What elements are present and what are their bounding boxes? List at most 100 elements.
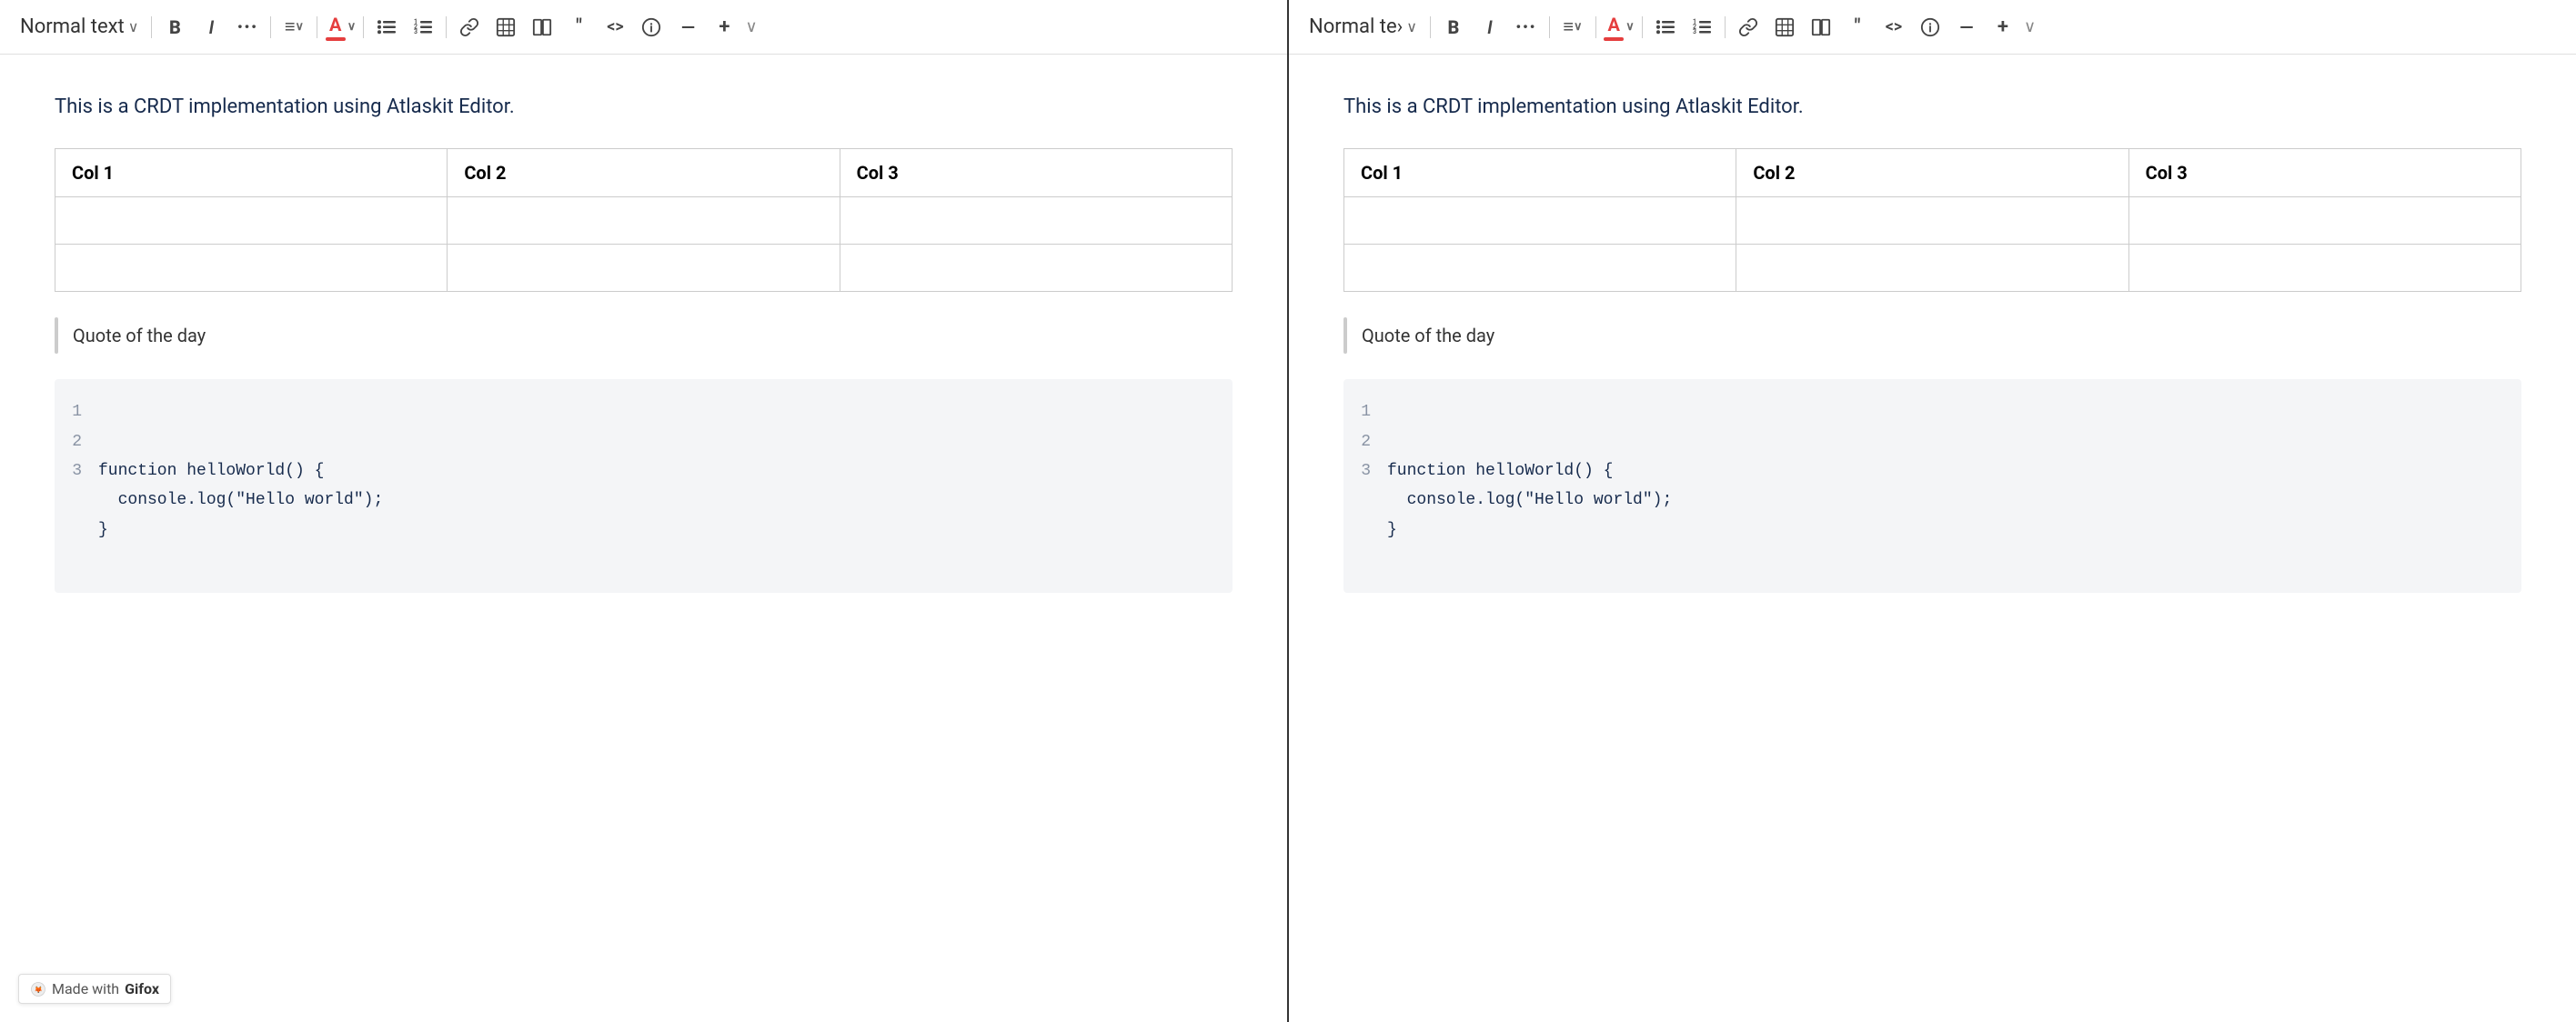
right-blockquote: Quote of the day	[1343, 317, 2521, 354]
table-cell[interactable]	[840, 245, 1232, 292]
left-code-block[interactable]: 1 2 3 function helloWorld() { console.lo…	[55, 379, 1233, 592]
made-with-gifox-badge: 🦊 Made with Gifox	[18, 974, 171, 1004]
svg-text:3: 3	[414, 28, 418, 35]
right-link-button[interactable]	[1733, 12, 1764, 43]
bold-button[interactable]: B	[159, 12, 190, 43]
bullet-list-button[interactable]	[371, 12, 402, 43]
color-underline	[326, 37, 346, 41]
right-color-icon-letter: A	[1607, 14, 1619, 35]
right-dash-button[interactable]: —	[1951, 12, 1982, 43]
divider-5	[446, 16, 447, 38]
table-header-col1: Col 1	[55, 149, 448, 197]
table-cell[interactable]	[55, 197, 448, 245]
right-info-button[interactable]	[1915, 12, 1946, 43]
table-cell[interactable]	[55, 245, 448, 292]
table-button[interactable]	[490, 12, 521, 43]
right-text-style-dropdown[interactable]: Normal te› ∨	[1303, 12, 1423, 42]
left-toolbar: Normal text ∨ B I ••• ≡ ∨ A ∨	[0, 0, 1287, 55]
right-table-cell[interactable]	[1344, 197, 1736, 245]
right-code-lines: function helloWorld() { console.log("Hel…	[1387, 397, 2503, 574]
code-line-2: function helloWorld() {	[98, 462, 324, 480]
right-code-line-2: function helloWorld() {	[1387, 462, 1613, 480]
color-button[interactable]: A ∨	[325, 12, 356, 43]
columns-button[interactable]	[527, 12, 558, 43]
right-divider-2	[1549, 16, 1550, 38]
svg-text:3: 3	[1693, 28, 1696, 35]
right-blockquote-bar	[1343, 317, 1347, 354]
color-icon-letter: A	[329, 14, 341, 35]
right-divider-5	[1725, 16, 1726, 38]
right-table-row	[1344, 197, 2521, 245]
text-style-dropdown[interactable]: Normal text ∨	[15, 12, 144, 42]
right-align-button[interactable]: ≡ ∨	[1557, 12, 1588, 43]
divider-2	[270, 16, 271, 38]
divider-4	[363, 16, 364, 38]
code-line-3: console.log("Hello world");	[98, 491, 383, 509]
blockquote-bar	[55, 317, 58, 354]
code-line-1	[98, 433, 108, 451]
code-button[interactable]: <>	[599, 12, 630, 43]
right-editor-panel: Normal te› ∨ B I ••• ≡ ∨ A ∨	[1289, 0, 2576, 1022]
right-table-cell[interactable]	[1736, 245, 2128, 292]
dash-button[interactable]: —	[672, 12, 703, 43]
right-code-block[interactable]: 1 2 3 function helloWorld() { console.lo…	[1343, 379, 2521, 592]
info-button[interactable]	[636, 12, 667, 43]
right-body-text: This is a CRDT implementation using Atla…	[1343, 91, 2521, 123]
code-line-numbers: 1 2 3	[55, 397, 98, 574]
line-num-1: 1	[71, 397, 82, 426]
right-line-num-2: 2	[1360, 427, 1371, 456]
right-italic-button[interactable]: I	[1474, 12, 1505, 43]
link-button[interactable]	[454, 12, 485, 43]
right-table-row	[1344, 245, 2521, 292]
table-cell[interactable]	[840, 197, 1232, 245]
italic-button[interactable]: I	[196, 12, 226, 43]
text-style-chevron: ∨	[128, 18, 139, 35]
right-editor-content[interactable]: This is a CRDT implementation using Atla…	[1289, 55, 2576, 1022]
right-quote-button[interactable]: "	[1842, 12, 1873, 43]
made-with-label: Made with	[52, 980, 119, 997]
right-plus-chevron: ∨	[2024, 17, 2036, 36]
right-link-icon	[1738, 17, 1758, 37]
right-table-cell[interactable]	[2128, 197, 2521, 245]
right-table-cell[interactable]	[1344, 245, 1736, 292]
align-button[interactable]: ≡ ∨	[278, 12, 309, 43]
right-bullet-list-button[interactable]	[1650, 12, 1681, 43]
right-table-header-col2: Col 2	[1736, 149, 2128, 197]
right-info-icon	[1920, 17, 1940, 37]
right-table-button[interactable]	[1769, 12, 1800, 43]
table-header-row: Col 1 Col 2 Col 3	[55, 149, 1233, 197]
right-columns-icon	[1811, 17, 1831, 37]
text-style-label: Normal text	[20, 15, 125, 38]
table-header-col2: Col 2	[448, 149, 840, 197]
right-table-icon	[1775, 17, 1795, 37]
table-icon	[496, 17, 516, 37]
more-button[interactable]: •••	[232, 12, 263, 43]
right-ordered-list-icon: 123	[1692, 17, 1712, 37]
right-columns-button[interactable]	[1806, 12, 1836, 43]
right-table-header-col1: Col 1	[1344, 149, 1736, 197]
right-bold-button[interactable]: B	[1438, 12, 1469, 43]
quote-button[interactable]: "	[563, 12, 594, 43]
right-divider-3	[1595, 16, 1596, 38]
table-cell[interactable]	[448, 197, 840, 245]
left-editor-content[interactable]: This is a CRDT implementation using Atla…	[0, 55, 1287, 1022]
right-blockquote-text: Quote of the day	[1362, 317, 1494, 354]
right-color-button[interactable]: A ∨	[1604, 12, 1635, 43]
right-code-line-1	[1387, 433, 1397, 451]
right-plus-button[interactable]: +	[1987, 12, 2018, 43]
right-table-cell[interactable]	[1736, 197, 2128, 245]
right-table-cell[interactable]	[2128, 245, 2521, 292]
table-row	[55, 197, 1233, 245]
right-color-underline	[1604, 37, 1624, 41]
ordered-list-button[interactable]: 123	[408, 12, 438, 43]
right-bullet-list-icon	[1655, 17, 1675, 37]
columns-icon	[532, 17, 552, 37]
right-code-line-numbers: 1 2 3	[1343, 397, 1387, 574]
table-cell[interactable]	[448, 245, 840, 292]
right-ordered-list-button[interactable]: 123	[1686, 12, 1717, 43]
right-text-style-chevron: ∨	[1406, 18, 1417, 35]
bullet-list-icon	[377, 17, 397, 37]
right-code-button[interactable]: <>	[1878, 12, 1909, 43]
plus-button[interactable]: +	[709, 12, 740, 43]
right-more-button[interactable]: •••	[1511, 12, 1542, 43]
